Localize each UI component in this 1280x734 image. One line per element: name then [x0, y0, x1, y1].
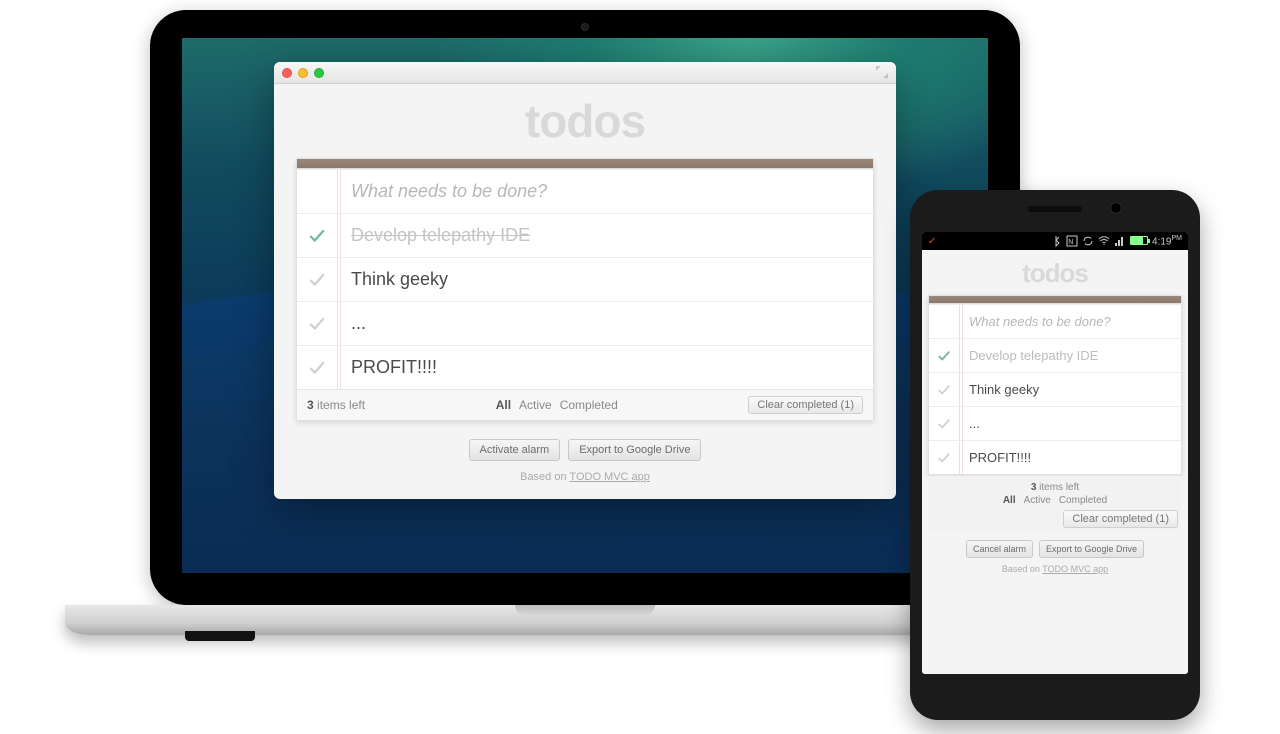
bluetooth-icon	[1050, 235, 1062, 247]
todo-list-card: What needs to be done? Develop telepathy…	[296, 158, 874, 421]
new-todo-input[interactable]: What needs to be done?	[959, 314, 1169, 329]
check-icon[interactable]	[929, 451, 959, 465]
window-traffic-lights	[282, 68, 324, 78]
laptop-desktop: todos What needs to be done? Develop tel…	[182, 38, 988, 573]
todo-text[interactable]: ...	[337, 313, 861, 334]
filter-group: All Active Completed	[496, 398, 618, 412]
items-left-count: 3	[307, 398, 314, 412]
zoom-icon[interactable]	[314, 68, 324, 78]
todo-row[interactable]: PROFIT!!!!	[929, 440, 1181, 474]
credits: Based on TODO MVC app	[928, 564, 1182, 574]
todo-row[interactable]: ...	[297, 301, 873, 345]
phone-app-content: todos What needs to be done? Develop tel…	[922, 250, 1188, 674]
credits-prefix: Based on	[520, 471, 569, 483]
list-footer: 3 items left All Active Completed Clear …	[928, 475, 1182, 530]
android-status-bar: ✓ N 4:19PM	[922, 232, 1188, 250]
list-footer: 3 items left All Active Completed Clear …	[297, 389, 873, 420]
app-window: todos What needs to be done? Develop tel…	[274, 62, 896, 499]
card-header-strip	[297, 159, 873, 169]
filter-all[interactable]: All	[496, 398, 511, 412]
filter-all[interactable]: All	[1003, 495, 1016, 506]
card-header-strip	[929, 296, 1181, 304]
clear-completed-button[interactable]: Clear completed (1)	[748, 396, 863, 414]
todo-text[interactable]: ...	[959, 416, 1169, 431]
status-icons: N 4:19PM	[1050, 235, 1182, 247]
filter-group: All Active Completed	[932, 495, 1178, 506]
filter-active[interactable]: Active	[1024, 495, 1051, 506]
credits-link[interactable]: TODO MVC app	[1042, 564, 1108, 574]
export-drive-button[interactable]: Export to Google Drive	[568, 439, 701, 461]
svg-text:N: N	[1068, 239, 1073, 246]
credits-prefix: Based on	[1002, 564, 1042, 574]
laptop-foot	[185, 631, 255, 641]
todo-list-card: What needs to be done? Develop telepathy…	[928, 295, 1182, 475]
items-left: 3 items left	[932, 482, 1178, 493]
fullscreen-icon[interactable]	[876, 66, 888, 78]
laptop-mockup: todos What needs to be done? Develop tel…	[150, 10, 1020, 635]
app-content: todos What needs to be done? Develop tel…	[274, 84, 896, 499]
action-buttons: Cancel alarm Export to Google Drive	[928, 540, 1182, 558]
filter-completed[interactable]: Completed	[1059, 495, 1107, 506]
phone-mockup: ✓ N 4:19PM todos What needs to be done?	[910, 190, 1200, 720]
todo-text[interactable]: Develop telepathy IDE	[337, 225, 861, 246]
phone-screen: ✓ N 4:19PM todos What needs to be done?	[922, 232, 1188, 674]
check-icon[interactable]	[297, 271, 337, 289]
todo-text[interactable]: Think geeky	[959, 382, 1169, 397]
app-title: todos	[296, 94, 874, 148]
new-todo-input[interactable]: What needs to be done?	[337, 181, 861, 202]
todo-text[interactable]: Think geeky	[337, 269, 861, 290]
check-icon[interactable]	[929, 349, 959, 363]
action-buttons: Activate alarm Export to Google Drive	[296, 439, 874, 461]
close-icon[interactable]	[282, 68, 292, 78]
check-icon[interactable]	[297, 359, 337, 377]
todo-text[interactable]: PROFIT!!!!	[337, 357, 861, 378]
laptop-bezel: todos What needs to be done? Develop tel…	[150, 10, 1020, 605]
check-icon[interactable]	[297, 227, 337, 245]
check-icon[interactable]	[297, 315, 337, 333]
todo-row[interactable]: PROFIT!!!!	[297, 345, 873, 389]
items-left: 3 items left	[307, 398, 365, 412]
battery-icon	[1130, 236, 1148, 245]
cell-signal-icon	[1114, 235, 1126, 247]
export-drive-button[interactable]: Export to Google Drive	[1039, 540, 1144, 558]
todo-row[interactable]: ...	[929, 406, 1181, 440]
todo-row[interactable]: Develop telepathy IDE	[297, 213, 873, 257]
sync-icon	[1082, 235, 1094, 247]
todo-text[interactable]: Develop telepathy IDE	[959, 348, 1169, 363]
laptop-camera	[582, 24, 588, 30]
window-titlebar[interactable]	[274, 62, 896, 84]
todo-text[interactable]: PROFIT!!!!	[959, 450, 1169, 465]
todo-row[interactable]: Think geeky	[297, 257, 873, 301]
cancel-alarm-button[interactable]: Cancel alarm	[966, 540, 1033, 558]
activate-alarm-button[interactable]: Activate alarm	[469, 439, 561, 461]
check-icon[interactable]	[929, 383, 959, 397]
new-todo-row[interactable]: What needs to be done?	[929, 304, 1181, 338]
todo-row[interactable]: Develop telepathy IDE	[929, 338, 1181, 372]
carrier-check-icon: ✓	[928, 236, 936, 247]
check-icon[interactable]	[929, 417, 959, 431]
filter-completed[interactable]: Completed	[560, 398, 618, 412]
wifi-icon	[1098, 235, 1110, 247]
filter-active[interactable]: Active	[519, 398, 552, 412]
items-left-label: items left	[1036, 482, 1079, 493]
credits: Based on TODO MVC app	[296, 471, 874, 483]
app-title: todos	[928, 258, 1182, 289]
todo-row[interactable]: Think geeky	[929, 372, 1181, 406]
minimize-icon[interactable]	[298, 68, 308, 78]
new-todo-row[interactable]: What needs to be done?	[297, 169, 873, 213]
credits-link[interactable]: TODO MVC app	[569, 471, 650, 483]
nfc-icon: N	[1066, 235, 1078, 247]
status-time: 4:19PM	[1152, 235, 1182, 247]
clear-completed-button[interactable]: Clear completed (1)	[1063, 510, 1178, 528]
items-left-label: items left	[314, 398, 365, 412]
